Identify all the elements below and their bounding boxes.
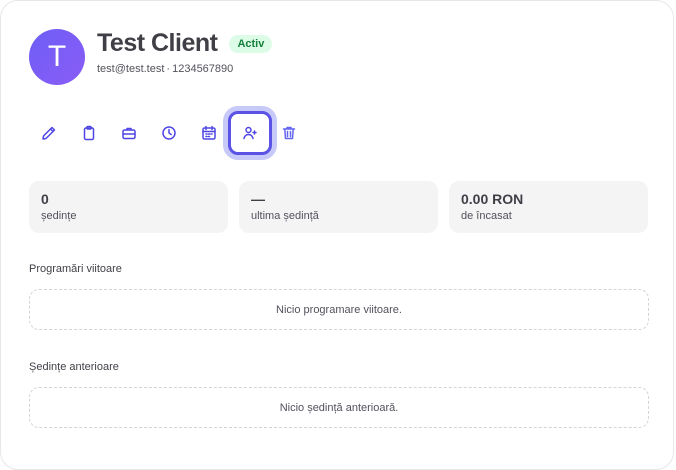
- contact-separator: ·: [166, 63, 171, 75]
- avatar: T: [29, 29, 85, 85]
- client-contact: test@test.test · 1234567890: [97, 63, 233, 75]
- past-empty-state: Nicio ședință anterioară.: [29, 387, 649, 428]
- stat-sessions-label: ședințe: [41, 210, 77, 222]
- stat-amount-due: 0.00 RON de încasat: [449, 181, 648, 233]
- clock-icon: [162, 126, 176, 140]
- upcoming-title: Programări viitoare: [29, 263, 122, 275]
- client-name: Test Client: [97, 29, 218, 57]
- upcoming-empty-state: Nicio programare viitoare.: [29, 289, 649, 330]
- user-plus-icon: [243, 126, 257, 140]
- client-card: T Test Client Activ test@test.test · 123…: [0, 0, 674, 470]
- past-empty-text: Nicio ședință anterioară.: [279, 401, 399, 414]
- client-email: test@test.test: [97, 63, 165, 75]
- stat-last-session: — ultima ședință: [239, 181, 438, 233]
- history-button[interactable]: [149, 113, 189, 153]
- stat-sessions: 0 ședințe: [29, 181, 228, 233]
- notes-button[interactable]: [69, 113, 109, 153]
- invite-button[interactable]: [228, 111, 272, 155]
- clipboard-icon: [83, 125, 95, 141]
- avatar-initial: T: [47, 40, 67, 73]
- briefcase-icon: [122, 127, 136, 140]
- client-phone: 1234567890: [172, 63, 234, 75]
- status-badge: Activ: [229, 34, 273, 53]
- stat-last-session-label: ultima ședință: [251, 210, 319, 222]
- edit-button[interactable]: [29, 113, 69, 153]
- calendar-icon: [202, 125, 216, 140]
- delete-button[interactable]: [269, 113, 309, 153]
- stat-amount-due-label: de încasat: [461, 210, 512, 222]
- stat-last-session-value: —: [251, 191, 265, 207]
- upcoming-empty-text: Nicio programare viitoare.: [276, 303, 402, 316]
- stat-amount-due-value: 0.00 RON: [461, 191, 524, 207]
- past-title: Ședințe anterioare: [29, 361, 119, 373]
- stat-sessions-value: 0: [41, 191, 49, 207]
- pencil-icon: [42, 126, 56, 140]
- schedule-button[interactable]: [189, 113, 229, 153]
- client-header: Test Client Activ: [97, 29, 273, 58]
- trash-icon: [282, 126, 296, 140]
- services-button[interactable]: [109, 113, 149, 153]
